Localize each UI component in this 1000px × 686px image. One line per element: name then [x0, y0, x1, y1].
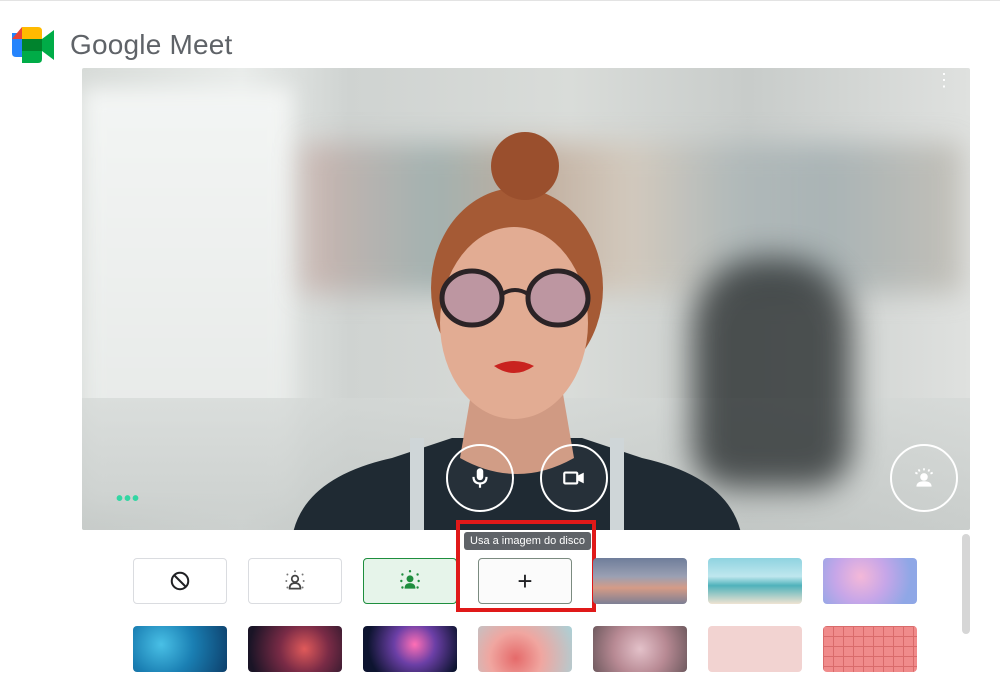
google-meet-logo — [12, 27, 54, 63]
microphone-button[interactable] — [446, 444, 514, 512]
pink-grid-thumbnail[interactable] — [823, 626, 917, 672]
video-preview: ⋮ ••• — [82, 68, 970, 530]
slight-blur-tile[interactable] — [248, 558, 342, 604]
beach-thumbnail[interactable] — [708, 558, 802, 604]
blossoms-thumbnail[interactable] — [593, 626, 687, 672]
camera-button[interactable] — [540, 444, 608, 512]
background-effects-panel: Usa a imagem do disco + — [82, 520, 970, 686]
scrollbar[interactable] — [962, 534, 970, 634]
visual-effects-icon — [914, 468, 934, 487]
blur-tile[interactable] — [363, 558, 457, 604]
pink-dots-thumbnail[interactable] — [708, 626, 802, 672]
visual-effects-button[interactable] — [890, 444, 958, 512]
block-icon — [170, 571, 190, 591]
app-title: Google Meet — [70, 29, 233, 60]
more-vert-icon[interactable]: ⋮ — [932, 71, 956, 92]
flowers-thumbnail[interactable] — [478, 626, 572, 672]
pink-clouds-thumbnail[interactable] — [823, 558, 917, 604]
top-divider — [0, 0, 1000, 1]
highlight-box — [456, 520, 596, 612]
blue-waves-thumbnail[interactable] — [133, 626, 227, 672]
app-header: Google Meet — [10, 24, 233, 66]
microphone-icon — [472, 468, 488, 488]
sunset-thumbnail[interactable] — [593, 558, 687, 604]
audio-level-icon: ••• — [116, 488, 141, 510]
blur-person-icon — [285, 570, 305, 590]
galaxy-thumbnail[interactable] — [248, 626, 342, 672]
no-effect-tile[interactable] — [133, 558, 227, 604]
camera-icon — [563, 471, 584, 485]
fireworks-thumbnail[interactable] — [363, 626, 457, 672]
blur-person-icon — [400, 570, 420, 589]
participant-video — [293, 132, 741, 530]
